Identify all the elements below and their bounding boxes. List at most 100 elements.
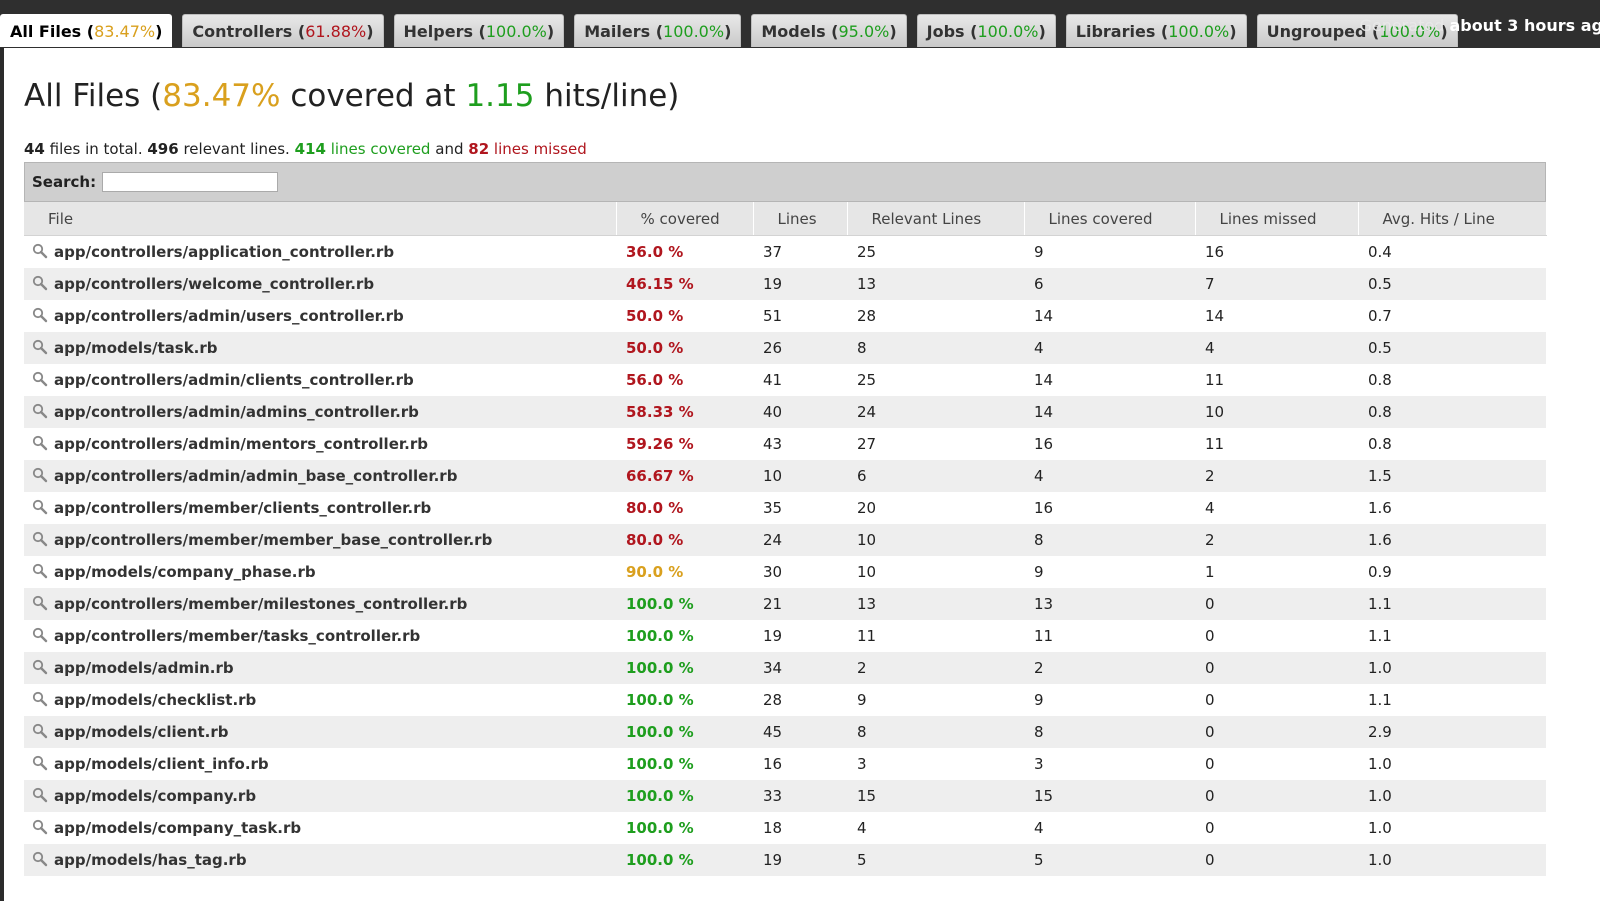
magnifier-icon[interactable]	[32, 275, 48, 291]
file-link[interactable]: app/controllers/admin/mentors_controller…	[54, 435, 428, 453]
lines-cell: 28	[763, 691, 783, 709]
file-link[interactable]: app/controllers/member/clients_controlle…	[54, 499, 431, 517]
magnifier-icon[interactable]	[32, 755, 48, 771]
tab-label: Models	[761, 21, 826, 41]
table-row: app/models/checklist.rb 100.0 % 28 9 9 0 1.1	[24, 684, 1546, 716]
tab-libraries[interactable]: Libraries (100.0%)	[1065, 14, 1247, 47]
tab-helpers[interactable]: Helpers (100.0%)	[393, 14, 565, 47]
magnifier-icon[interactable]	[32, 691, 48, 707]
magnifier-icon[interactable]	[32, 307, 48, 323]
lines-covered-cell: 16	[1034, 435, 1054, 453]
file-coverage-table: File% covered Lines Relevant Lines Lines co…	[24, 202, 1547, 876]
lines-cell: 30	[763, 563, 783, 581]
file-link[interactable]: app/controllers/welcome_controller.rb	[54, 275, 374, 293]
tab-label: Controllers	[192, 21, 293, 41]
file-link[interactable]: app/models/company_phase.rb	[54, 563, 316, 581]
file-cell: app/controllers/member/tasks_controller.…	[24, 620, 616, 652]
lines-covered-cell: 8	[1024, 716, 1195, 748]
file-link[interactable]: app/controllers/admin/clients_controller…	[54, 371, 414, 389]
table-row: app/controllers/admin/mentors_controller…	[24, 428, 1546, 460]
file-link[interactable]: app/models/has_tag.rb	[54, 851, 247, 869]
lines-missed-cell: 2	[1195, 460, 1358, 492]
column-header-lines-missed[interactable]: Lines missed	[1195, 202, 1359, 236]
column-header-relevant-lines[interactable]: Relevant Lines	[847, 202, 1025, 236]
lines-covered-cell: 16	[1034, 499, 1054, 517]
table-row: app/controllers/member/member_base_contr…	[24, 524, 1546, 556]
search-input[interactable]	[102, 172, 279, 192]
file-link[interactable]: app/models/company.rb	[54, 787, 256, 805]
lines-covered-cell: 9	[1034, 563, 1044, 581]
column-header-lines[interactable]: Lines	[753, 202, 848, 236]
title-hits-value: 1.15	[465, 78, 535, 114]
summary-and: and	[435, 140, 464, 158]
file-link[interactable]: app/models/company_task.rb	[54, 819, 301, 837]
relevant-lines-cell: 4	[857, 819, 867, 837]
avg-hits-cell: 0.5	[1358, 268, 1546, 300]
title-group-name: All Files	[24, 78, 141, 114]
magnifier-icon[interactable]	[32, 627, 48, 643]
file-link[interactable]: app/controllers/member/member_base_contr…	[54, 531, 492, 549]
magnifier-icon[interactable]	[32, 499, 48, 515]
column-header-avg-hits-line[interactable]: Avg. Hits / Line	[1358, 202, 1547, 236]
file-link[interactable]: app/controllers/application_controller.r…	[54, 243, 394, 261]
magnifier-icon[interactable]	[32, 723, 48, 739]
magnifier-icon[interactable]	[32, 563, 48, 579]
magnifier-icon[interactable]	[32, 851, 48, 867]
relevant-lines-cell: 13	[847, 268, 1024, 300]
coverage-percent-cell: 100.0 %	[616, 780, 753, 812]
coverage-percent-cell: 80.0 %	[616, 524, 753, 556]
file-link[interactable]: app/models/client.rb	[54, 723, 229, 741]
column-header-covered[interactable]: % covered	[616, 202, 754, 236]
magnifier-icon[interactable]	[32, 403, 48, 419]
lines-missed-cell: 0	[1205, 691, 1215, 709]
main-content: All Files (83.47% covered at 1.15 hits/l…	[4, 48, 1600, 901]
lines-covered-cell: 6	[1024, 268, 1195, 300]
tab-coverage-percent: 83.47%	[94, 21, 156, 41]
avg-hits-cell: 1.1	[1368, 691, 1392, 709]
file-cell: app/controllers/admin/mentors_controller…	[24, 428, 616, 460]
magnifier-icon[interactable]	[32, 819, 48, 835]
file-link[interactable]: app/models/task.rb	[54, 339, 218, 357]
magnifier-icon[interactable]	[32, 243, 48, 259]
table-header-row: File% covered Lines Relevant Lines Lines co…	[24, 202, 1547, 236]
magnifier-icon[interactable]	[32, 595, 48, 611]
avg-hits-cell: 1.0	[1358, 844, 1546, 876]
file-link[interactable]: app/models/checklist.rb	[54, 691, 256, 709]
file-link[interactable]: app/controllers/admin/admins_controller.…	[54, 403, 419, 421]
magnifier-icon[interactable]	[32, 531, 48, 547]
file-link[interactable]: app/models/client_info.rb	[54, 755, 269, 773]
avg-hits-cell: 1.0	[1368, 819, 1392, 837]
magnifier-icon[interactable]	[32, 371, 48, 387]
file-link[interactable]: app/controllers/member/milestones_contro…	[54, 595, 467, 613]
relevant-lines-cell: 8	[847, 332, 1024, 364]
lines-cell: 26	[753, 332, 847, 364]
tab-mailers[interactable]: Mailers (100.0%)	[574, 14, 742, 47]
tab-models[interactable]: Models (95.0%)	[751, 14, 907, 47]
tab-controllers[interactable]: Controllers (61.88%)	[182, 14, 384, 47]
file-link[interactable]: app/controllers/admin/users_controller.r…	[54, 307, 404, 325]
magnifier-icon[interactable]	[32, 339, 48, 355]
tab-all-files[interactable]: All Files (83.47%)	[0, 14, 173, 47]
lines-missed-cell: 4	[1205, 499, 1215, 517]
file-link[interactable]: app/controllers/admin/admin_base_control…	[54, 467, 457, 485]
magnifier-icon[interactable]	[32, 435, 48, 451]
coverage-percent-cell: 100.0 %	[616, 844, 753, 876]
file-link[interactable]: app/models/admin.rb	[54, 659, 234, 677]
column-header-file[interactable]: File	[24, 202, 617, 236]
covered-lines-text: lines covered	[330, 140, 431, 158]
lines-cell: 19	[753, 268, 847, 300]
tab-coverage-percent: 100.0%	[1168, 21, 1230, 41]
magnifier-icon[interactable]	[32, 467, 48, 483]
column-header-lines-covered[interactable]: Lines covered	[1024, 202, 1196, 236]
file-link[interactable]: app/controllers/member/tasks_controller.…	[54, 627, 420, 645]
magnifier-icon[interactable]	[32, 787, 48, 803]
file-cell: app/models/admin.rb	[24, 652, 616, 684]
tab-coverage-percent: 95.0%	[838, 21, 890, 41]
file-cell: app/controllers/welcome_controller.rb	[24, 268, 616, 300]
avg-hits-cell: 0.8	[1358, 396, 1546, 428]
tab-jobs[interactable]: Jobs (100.0%)	[916, 14, 1056, 47]
lines-covered-cell: 8	[1024, 524, 1195, 556]
lines-missed-cell: 16	[1205, 243, 1225, 261]
magnifier-icon[interactable]	[32, 659, 48, 675]
lines-covered-cell: 4	[1034, 819, 1044, 837]
